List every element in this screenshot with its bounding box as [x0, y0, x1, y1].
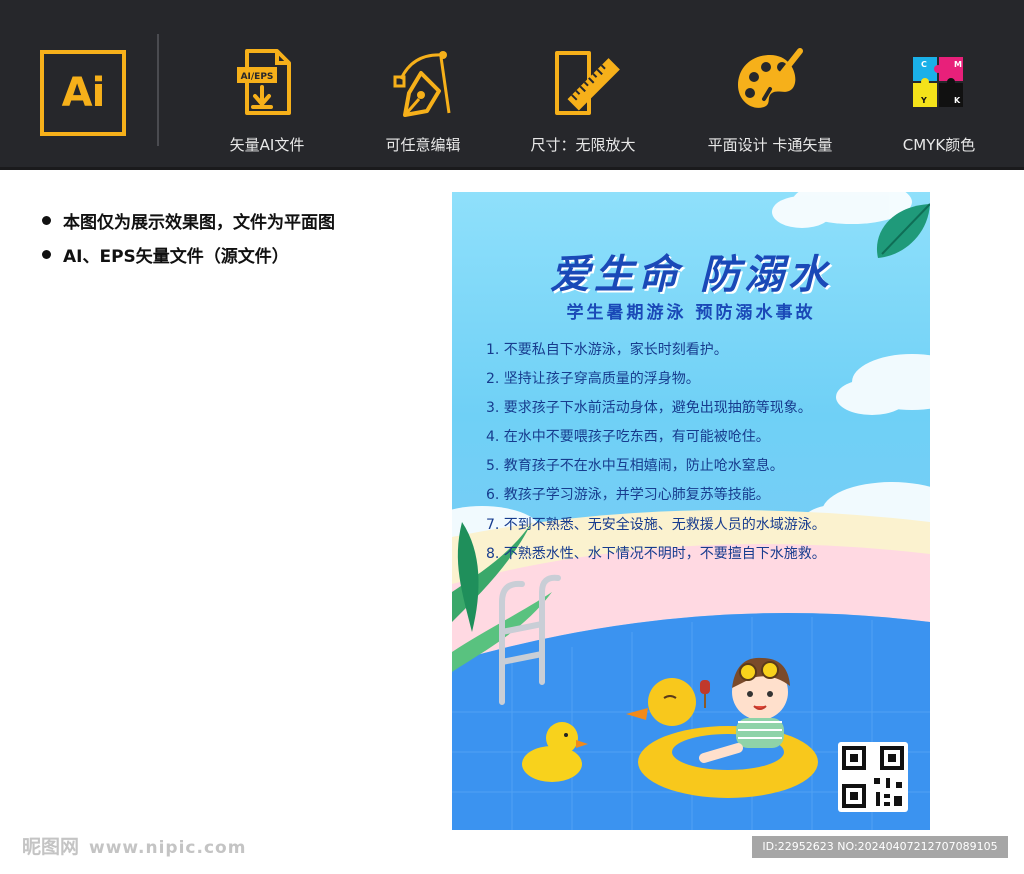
watermark-cn: 昵图网 — [22, 836, 80, 858]
poster-title: 爱生命 防溺水 — [550, 251, 832, 298]
bullet-item: AI、EPS矢量文件（源文件） — [42, 237, 335, 271]
feature-design: 平面设计 卡通矢量 — [700, 40, 840, 155]
feature-size: 尺寸：无限放大 — [513, 40, 653, 155]
safety-rules-list: 1. 不要私自下水游泳，家长时刻看护。 2. 坚持让孩子穿高质量的浮身物。 3.… — [486, 336, 826, 569]
pen-tool-icon — [353, 40, 493, 126]
poster-subtitle: 学生暑期游泳 预防溺水事故 — [566, 303, 816, 323]
list-item: 6. 教孩子学习游泳，并学习心肺复苏等技能。 — [486, 487, 770, 504]
feature-label: 矢量AI文件 — [229, 136, 305, 154]
cmyk-letter-c: C — [921, 60, 927, 69]
list-item: 2. 坚持让孩子穿高质量的浮身物。 — [486, 371, 700, 388]
feature-label: 平面设计 卡通矢量 — [707, 136, 833, 154]
feature-editable: 可任意编辑 — [353, 40, 493, 155]
watermark-site: www.nipic.com — [89, 838, 247, 858]
cmyk-letter-k: K — [954, 96, 961, 105]
feature-cmyk: C M Y K CMYK颜色 — [869, 40, 1009, 155]
feature-banner: Ai AI/EPS 矢量AI文件 可任意编辑 尺寸：无限放大 平面设计 卡通矢量… — [0, 0, 1024, 170]
list-item: 7. 不到不熟悉、无安全设施、无救援人员的水域游泳。 — [486, 516, 826, 533]
info-bullets: 本图仅为展示效果图，文件为平面图 AI、EPS矢量文件（源文件） — [42, 203, 335, 271]
bullet-dot-icon — [42, 215, 51, 225]
list-item: 1. 不要私自下水游泳，家长时刻看护。 — [486, 342, 728, 358]
palette-brush-icon — [700, 40, 840, 126]
list-item: 4. 在水中不要喂孩子吃东西，有可能被呛住。 — [486, 429, 770, 446]
ai-eps-file-download-icon: AI/EPS — [197, 40, 337, 126]
illustrator-logo-icon: Ai — [40, 50, 126, 136]
ruler-document-icon — [513, 40, 653, 126]
feature-ai-file: AI/EPS 矢量AI文件 — [197, 40, 337, 155]
cmyk-letter-y: Y — [920, 96, 927, 105]
file-badge-text: AI/EPS — [241, 72, 274, 82]
poster-preview: 爱生命 防溺水 学生暑期游泳 预防溺水事故 1. 不要私自下水游泳，家长时刻看护… — [452, 192, 930, 830]
nipic-watermark: 昵图网 www.nipic.com — [22, 832, 246, 859]
bullet-text: AI、EPS矢量文件（源文件） — [63, 246, 289, 267]
list-item: 8. 不熟悉水性、水下情况不明时，不要擅自下水施救。 — [486, 545, 826, 562]
feature-label: CMYK颜色 — [902, 136, 976, 154]
banner-divider — [157, 34, 159, 146]
bullet-item: 本图仅为展示效果图，文件为平面图 — [42, 203, 335, 237]
image-id-bar: ID:22952623 NO:20240407212707089105 — [752, 836, 1008, 858]
qr-code-icon — [838, 742, 908, 812]
list-item: 3. 要求孩子下水前活动身体，避免出现抽筋等现象。 — [486, 400, 812, 417]
logo-text: Ai — [61, 70, 106, 116]
cmyk-letter-m: M — [954, 60, 962, 69]
bullet-text: 本图仅为展示效果图，文件为平面图 — [63, 212, 335, 233]
bullet-dot-icon — [42, 249, 51, 259]
feature-label: 可任意编辑 — [385, 136, 461, 154]
cmyk-puzzle-icon: C M Y K — [869, 40, 1009, 126]
list-item: 5. 教育孩子不在水中互相嬉闹，防止呛水窒息。 — [486, 458, 784, 475]
feature-label: 尺寸：无限放大 — [530, 136, 636, 154]
